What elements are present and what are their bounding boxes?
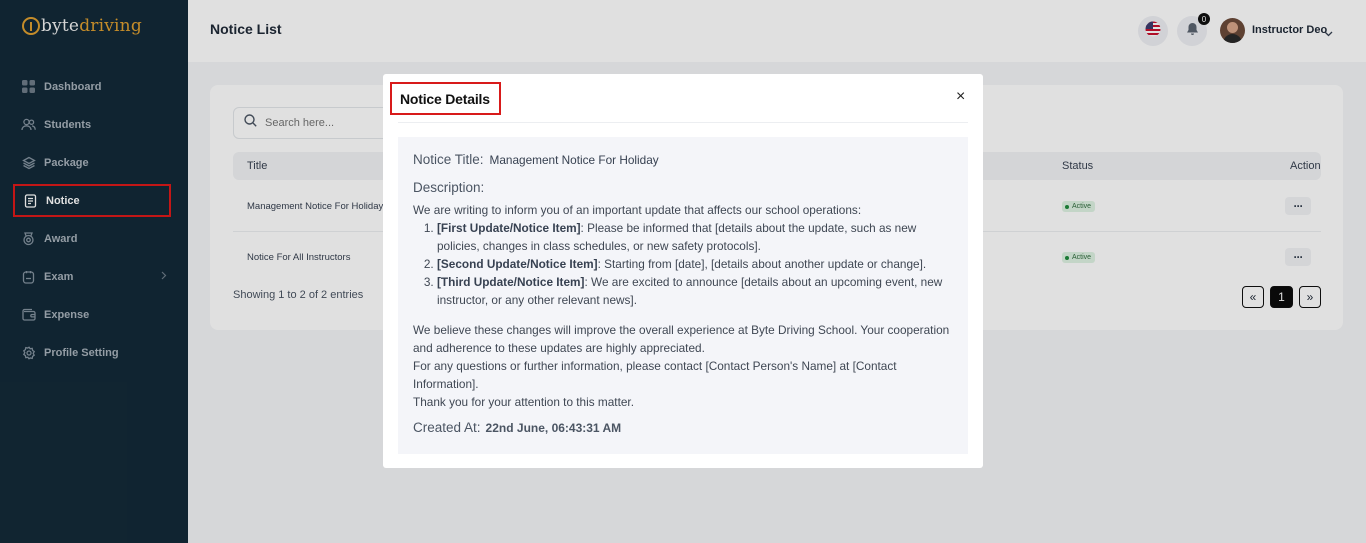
created-at-row: Created At: 22nd June, 06:43:31 AM <box>413 419 953 437</box>
modal-divider <box>398 122 968 123</box>
description-intro: We are writing to inform you of an impor… <box>413 203 862 217</box>
notice-title-label: Notice Title: <box>413 152 484 167</box>
close-button[interactable]: × <box>956 88 965 106</box>
description-paragraph: We believe these changes will improve th… <box>413 323 950 355</box>
notice-title-value: Management Notice For Holiday <box>489 153 659 167</box>
list-item: [Third Update/Notice Item]: We are excit… <box>437 273 953 309</box>
list-item: [First Update/Notice Item]: Please be in… <box>437 219 953 255</box>
list-item: [Second Update/Notice Item]: Starting fr… <box>437 255 953 273</box>
modal-body: Notice Title: Management Notice For Holi… <box>398 137 968 454</box>
list-item-text: : Starting from [date], [details about a… <box>597 257 927 271</box>
list-item-heading: [First Update/Notice Item] <box>437 221 581 235</box>
description-paragraph: Thank you for your attention to this mat… <box>413 395 634 409</box>
modal-title-highlight: Notice Details <box>390 82 501 115</box>
description-paragraph: For any questions or further information… <box>413 359 897 391</box>
list-item-heading: [Second Update/Notice Item] <box>437 257 598 271</box>
list-item-heading: [Third Update/Notice Item] <box>437 275 585 289</box>
notice-title-row: Notice Title: Management Notice For Holi… <box>413 151 953 171</box>
modal-title: Notice Details <box>400 91 490 107</box>
created-at-value: 22nd June, 06:43:31 AM <box>485 421 622 435</box>
description-label: Description: <box>413 180 485 195</box>
description-row: Description: <box>413 179 953 199</box>
created-at-label: Created At: <box>413 420 481 435</box>
notice-items-list: [First Update/Notice Item]: Please be in… <box>437 219 953 309</box>
notice-details-modal: Notice Details × Notice Title: Managemen… <box>383 74 983 468</box>
